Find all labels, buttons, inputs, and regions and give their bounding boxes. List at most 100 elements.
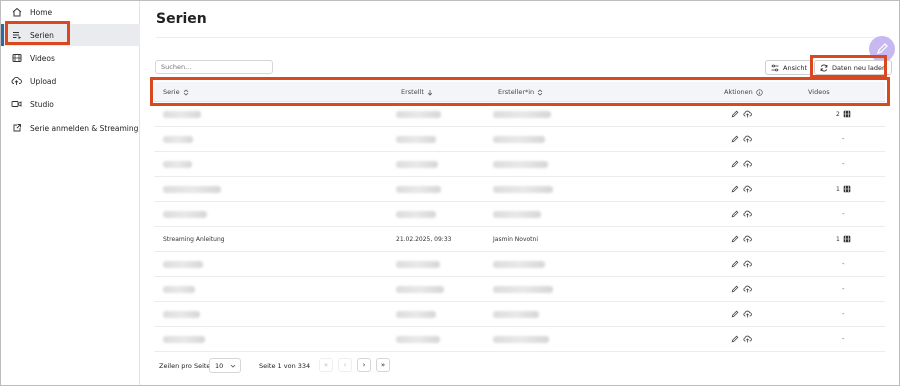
last-page-button[interactable]: » (376, 358, 390, 372)
table-row[interactable]: - (154, 152, 885, 177)
redacted-text (163, 135, 193, 143)
edit-pencil-icon[interactable] (731, 135, 739, 143)
upload-cloud-icon[interactable] (743, 110, 752, 118)
column-header-erstellt[interactable]: Erstellt (401, 82, 433, 102)
reload-button-label: Daten neu laden (832, 63, 887, 72)
cell-ersteller (493, 277, 553, 301)
table-row[interactable]: - (154, 127, 885, 152)
edit-pencil-icon[interactable] (731, 210, 739, 218)
cell-ersteller (493, 202, 541, 226)
table-row[interactable]: - (154, 277, 885, 302)
upload-cloud-icon[interactable] (743, 260, 752, 268)
sidebar-item-label: Studio (30, 99, 54, 109)
cell-erstellt (396, 252, 440, 276)
edit-pencil-icon[interactable] (731, 310, 739, 318)
upload-cloud-icon[interactable] (743, 210, 752, 218)
sidebar-item-studio[interactable]: Studio (1, 93, 140, 115)
cell-serie (163, 202, 207, 226)
film-icon (11, 53, 22, 64)
assistant-button[interactable] (869, 36, 895, 62)
column-header-aktionen: Aktionen (724, 82, 763, 102)
edit-pencil-icon[interactable] (731, 110, 739, 118)
upload-cloud-icon[interactable] (743, 235, 752, 243)
first-page-button[interactable]: « (319, 358, 333, 372)
table-row[interactable]: 1 (154, 177, 885, 202)
reload-button[interactable]: Daten neu laden (814, 60, 893, 75)
upload-cloud-icon[interactable] (743, 285, 752, 293)
table-row[interactable]: - (154, 252, 885, 277)
sidebar-item-home[interactable]: Home (1, 1, 140, 23)
table-row[interactable]: 2 (154, 102, 885, 127)
upload-cloud-icon[interactable] (743, 335, 752, 343)
sort-icon (183, 88, 188, 96)
cell-aktionen (731, 302, 752, 326)
chevron-left-icon: ‹ (343, 361, 347, 369)
upload-cloud-icon[interactable] (743, 185, 752, 193)
search-input[interactable] (155, 60, 273, 74)
videos-count: 1 (836, 235, 840, 243)
next-page-button[interactable]: › (357, 358, 371, 372)
cell-videos: - (842, 152, 845, 176)
edit-pencil-icon[interactable] (731, 285, 739, 293)
cell-serie (163, 127, 193, 151)
edit-pencil-icon[interactable] (731, 260, 739, 268)
redacted-text (493, 110, 551, 118)
title-divider (156, 37, 889, 38)
sidebar-item-serie-anmelden[interactable]: Serie anmelden & Streaming (1, 117, 140, 139)
cell-aktionen (731, 277, 752, 301)
edit-pencil-icon[interactable] (731, 335, 739, 343)
redacted-text (493, 210, 541, 218)
sidebar-item-label: Upload (30, 76, 57, 86)
edit-pencil-icon[interactable] (731, 185, 739, 193)
videos-link[interactable]: 1 (836, 185, 851, 193)
redacted-text (163, 110, 201, 118)
redacted-text (396, 335, 440, 343)
sidebar-item-label: Home (30, 7, 53, 17)
sidebar-item-upload[interactable]: Upload (1, 70, 140, 92)
upload-cloud-icon (11, 76, 22, 87)
cell-erstellt (396, 302, 436, 326)
redacted-text (493, 285, 553, 293)
sidebar-item-label: Serien (30, 30, 54, 40)
cell-erstellt (396, 202, 436, 226)
videos-link[interactable]: 1 (836, 235, 851, 243)
column-label: Erstellt (401, 88, 424, 96)
redacted-text (396, 210, 436, 218)
edit-pencil-icon[interactable] (731, 160, 739, 168)
cell-videos: - (842, 277, 845, 301)
cell-serie (163, 177, 221, 201)
table-row[interactable]: - (154, 327, 885, 352)
column-label: Serie (163, 88, 180, 96)
cell-aktionen (731, 327, 752, 351)
sidebar-item-serien[interactable]: Serien (1, 24, 140, 46)
film-icon (843, 185, 851, 193)
videos-link[interactable]: 2 (836, 110, 851, 118)
videos-count: - (842, 285, 845, 293)
edit-pencil-icon[interactable] (731, 235, 739, 243)
redacted-text (493, 135, 545, 143)
sidebar-item-videos[interactable]: Videos (1, 47, 140, 69)
cell-ersteller (493, 327, 549, 351)
view-button[interactable]: Ansicht (765, 60, 814, 75)
redacted-text (163, 260, 203, 268)
cell-aktionen (731, 227, 752, 251)
cell-serie (163, 252, 203, 276)
videos-count: - (842, 260, 845, 268)
upload-cloud-icon[interactable] (743, 135, 752, 143)
upload-cloud-icon[interactable] (743, 310, 752, 318)
previous-page-button[interactable]: ‹ (338, 358, 352, 372)
column-header-ersteller[interactable]: Ersteller*in (498, 82, 543, 102)
info-icon[interactable] (756, 88, 763, 96)
page-title: Serien (156, 11, 207, 27)
cell-videos: 2 (836, 102, 851, 126)
table-row[interactable]: - (154, 202, 885, 227)
column-header-serie[interactable]: Serie (163, 82, 189, 102)
table-row[interactable]: - (154, 302, 885, 327)
cell-erstellt (396, 102, 441, 126)
rows-per-page-select[interactable]: 10 (209, 358, 241, 373)
cell-ersteller (493, 302, 539, 326)
cell-erstellt: 21.02.2025, 09:33 (396, 235, 452, 243)
table-row[interactable]: Streaming Anleitung 21.02.2025, 09:33 Jasm… (154, 227, 885, 252)
upload-cloud-icon[interactable] (743, 160, 752, 168)
chevron-right-icon: › (362, 361, 366, 369)
